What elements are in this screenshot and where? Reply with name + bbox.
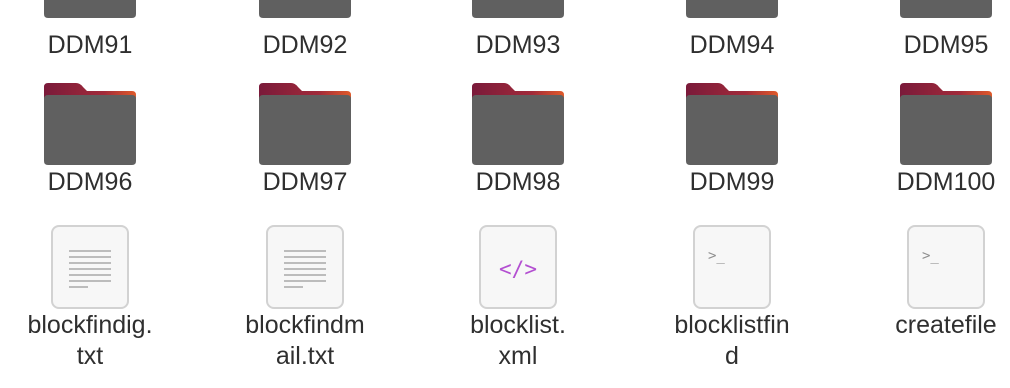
file-name-label: DDM95 [903,31,989,59]
folder-icon[interactable] [898,0,994,20]
file-name-label: DDM96 [47,168,133,196]
folder-item-ddm95[interactable]: DDM95 [856,30,1010,61]
file-name-label: DDM98 [475,168,561,196]
folder-item-ddm96[interactable]: DDM96 [0,81,180,198]
folder-icon [898,81,994,167]
folder-icon [684,81,780,167]
folder-item-ddm98[interactable]: DDM98 [428,81,608,198]
file-name-line-1: blockfindig. [27,311,153,339]
file-item-createfile[interactable]: >_ createfile [856,224,1010,341]
file-name-label: DDM99 [689,168,775,196]
folder-icon [470,81,566,167]
terminal-file-icon: >_ [684,224,780,310]
file-name-line-2: txt [76,342,104,370]
folder-item-ddm99[interactable]: DDM99 [642,81,822,198]
file-name-line-2: ail.txt [275,342,335,370]
file-name-label: DDM100 [896,168,996,196]
folder-item-ddm92[interactable]: DDM92 [215,30,395,61]
file-item-blockfindmail-txt[interactable]: blockfindm ail.txt [215,224,395,372]
folder-item-ddm100[interactable]: DDM100 [856,81,1010,198]
file-name-line-1: blocklistfin [674,311,790,339]
folder-item-ddm94[interactable]: DDM94 [642,30,822,61]
folder-icon[interactable] [257,0,353,20]
terminal-glyph: >_ [922,248,939,264]
file-name-line-2: xml [498,342,538,370]
code-file-icon: </> [470,224,566,310]
terminal-file-icon: >_ [898,224,994,310]
folder-icon[interactable] [42,0,138,20]
file-item-blocklist-xml[interactable]: </> blocklist. xml [428,224,608,372]
file-item-blocklistfind[interactable]: >_ blocklistfin d [642,224,822,372]
folder-item-ddm97[interactable]: DDM97 [215,81,395,198]
file-name-line-1: createfile [895,311,997,339]
terminal-glyph: >_ [708,248,725,264]
text-file-icon [42,224,138,310]
file-grid: DDM91 DDM92 DDM93 DDM94 DDM95 DDM96 DDM9… [0,0,1010,388]
folder-icon [42,81,138,167]
file-name-label: DDM92 [262,31,348,59]
folder-icon[interactable] [684,0,780,20]
folder-icon [257,81,353,167]
file-name-line-2: d [725,342,739,370]
file-name-label: DDM91 [47,31,133,59]
file-name-label: DDM93 [475,31,561,59]
folder-item-ddm93[interactable]: DDM93 [428,30,608,61]
folder-icon[interactable] [470,0,566,20]
folder-item-ddm91[interactable]: DDM91 [0,30,180,61]
file-name-label: DDM97 [262,168,348,196]
file-name-label: DDM94 [689,31,775,59]
file-name-line-1: blocklist. [470,311,566,339]
file-name-line-1: blockfindm [245,311,365,339]
text-file-icon [257,224,353,310]
file-item-blockfindig-txt[interactable]: blockfindig. txt [0,224,180,372]
code-glyph: </> [499,257,537,281]
